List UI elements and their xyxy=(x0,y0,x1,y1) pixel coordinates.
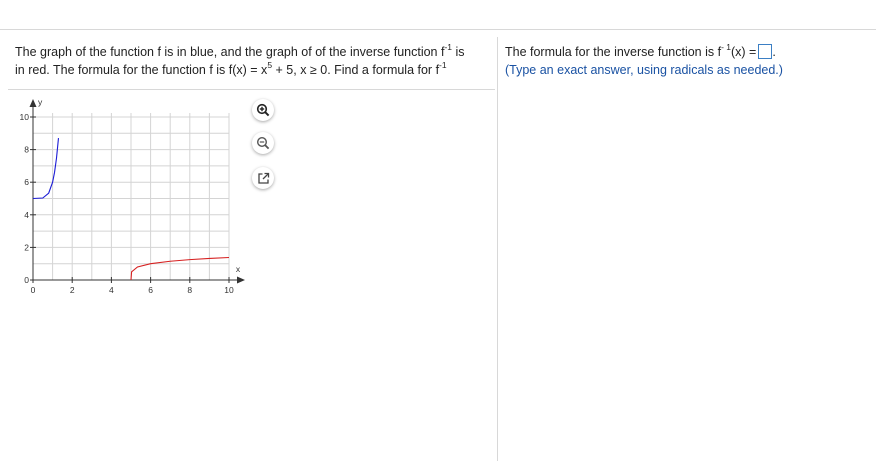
y-tick-label: 4 xyxy=(24,210,29,220)
x-axis-label: x xyxy=(236,264,241,274)
question-line1: The graph of the function f is in blue, … xyxy=(15,45,445,59)
question-text: The graph of the function f is in blue, … xyxy=(15,43,495,79)
answer-input[interactable] xyxy=(758,44,773,59)
question-line2-mid: + 5, x ≥ 0. Find a formula for f xyxy=(272,63,440,77)
inverse-superscript-2: -1 xyxy=(439,60,447,70)
answer-superscript: - 1 xyxy=(721,42,731,52)
y-tick-label: 8 xyxy=(24,145,29,155)
zoom-out-icon xyxy=(256,136,270,150)
zoom-out-button[interactable] xyxy=(252,132,274,154)
y-tick-label: 0 xyxy=(24,275,29,285)
question-line1-end: is xyxy=(452,45,465,59)
x-tick-label: 4 xyxy=(109,285,114,295)
y-tick-label: 10 xyxy=(20,112,30,122)
answer-prefix: The formula for the inverse function is … xyxy=(505,45,722,59)
question-line2: in red. The formula for the function f i… xyxy=(15,63,268,77)
popout-button[interactable] xyxy=(252,167,274,189)
zoom-in-icon xyxy=(256,103,270,117)
answer-suffix: (x) = xyxy=(731,45,757,59)
inverse-superscript: -1 xyxy=(444,42,453,52)
answer-hint: (Type an exact answer, using radicals as… xyxy=(505,63,783,77)
x-tick-label: 10 xyxy=(224,285,234,295)
zoom-in-button[interactable] xyxy=(252,99,274,121)
vertical-divider xyxy=(497,37,498,461)
y-axis-label: y xyxy=(38,97,43,107)
graph: 0 2 4 6 8 10 0 2 4 6 8 10 x y xyxy=(20,97,245,295)
question-divider xyxy=(8,89,495,90)
x-tick-label: 6 xyxy=(148,285,153,295)
x-axis-arrow xyxy=(237,276,245,284)
answer-panel: The formula for the inverse function is … xyxy=(505,43,865,79)
x-tick-label: 2 xyxy=(70,285,75,295)
x-tick-label: 8 xyxy=(187,285,192,295)
y-axis-arrow xyxy=(29,99,37,107)
top-divider xyxy=(0,29,876,30)
x-tick-label: 0 xyxy=(31,285,36,295)
y-tick-label: 2 xyxy=(24,242,29,252)
function-f-curve xyxy=(32,137,60,200)
y-tick-label: 6 xyxy=(24,177,29,187)
popout-icon xyxy=(257,172,269,184)
inverse-function-curve xyxy=(130,256,230,281)
answer-period: . xyxy=(772,45,776,59)
